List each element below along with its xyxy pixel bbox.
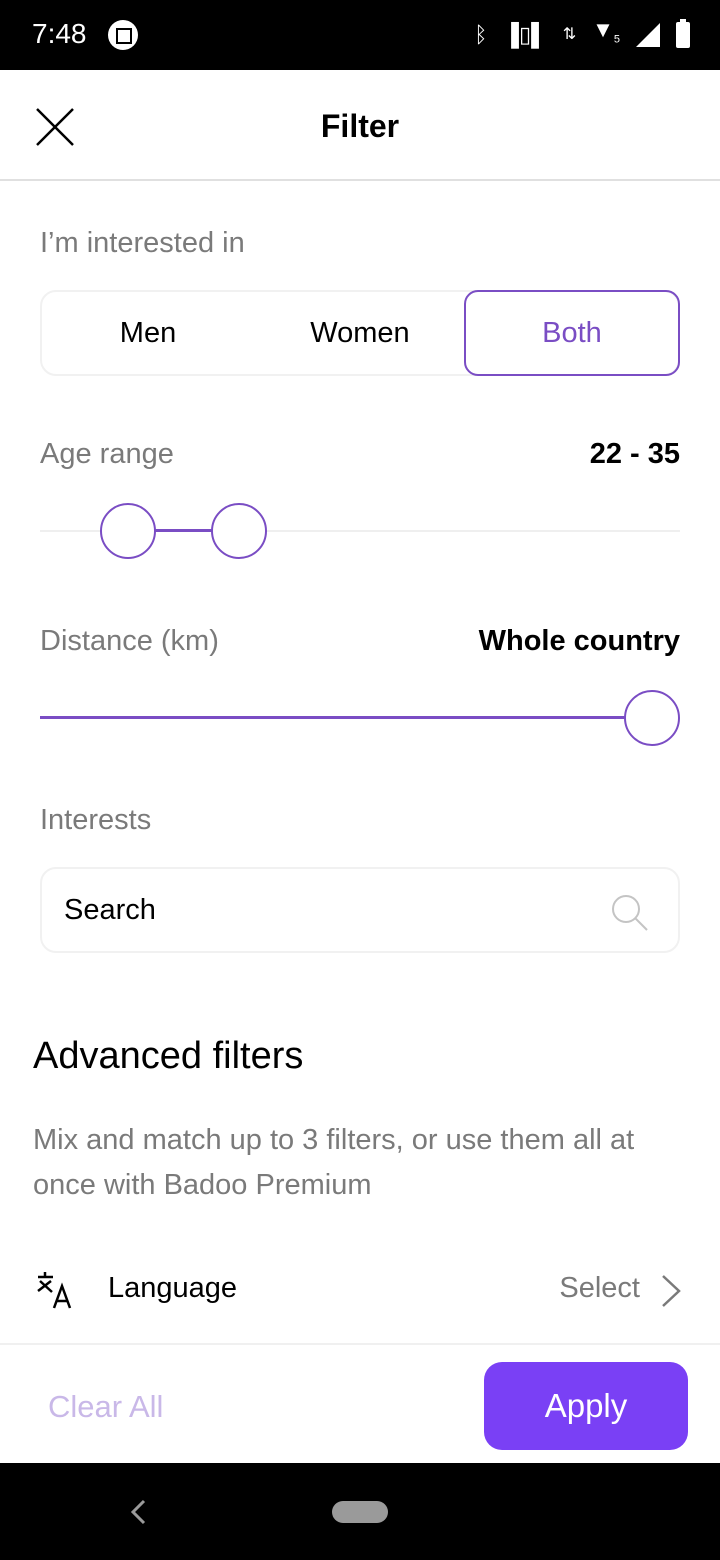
status-icons: ᛒ ▐▯▌ ⇅ ▼5 xyxy=(474,17,690,52)
interests-label: Interests xyxy=(40,804,152,836)
vibrate-icon: ▐▯▌ xyxy=(503,22,547,47)
distance-label: Distance (km) xyxy=(40,625,219,657)
data-arrows-icon: ⇅ xyxy=(562,26,577,43)
language-filter-row[interactable]: Language Select xyxy=(0,1256,720,1326)
gender-segmented-control: Men Women Both xyxy=(40,290,680,376)
status-bar: 7:48 ᛒ ▐▯▌ ⇅ ▼5 xyxy=(0,0,720,70)
age-range-value: 22 - 35 xyxy=(589,438,680,470)
language-value: Select xyxy=(559,1272,640,1304)
footer-actions: Clear All Apply xyxy=(0,1343,720,1463)
chevron-right-icon xyxy=(662,1275,681,1307)
nav-back-icon[interactable] xyxy=(128,1497,148,1527)
age-range-label: Age range xyxy=(40,438,174,470)
screenshot-icon xyxy=(108,20,138,50)
page-title: Filter xyxy=(320,108,400,144)
bluetooth-icon: ᛒ xyxy=(474,22,488,47)
distance-thumb[interactable] xyxy=(624,690,680,746)
system-nav-bar xyxy=(0,1463,720,1560)
wifi-badge: 5 xyxy=(613,33,620,46)
interests-search-input[interactable] xyxy=(64,869,604,951)
header: Filter xyxy=(0,70,720,181)
advanced-filters-title: Advanced filters xyxy=(33,1035,304,1077)
status-time: 7:48 xyxy=(32,18,87,49)
gender-option-women[interactable]: Women xyxy=(252,290,468,376)
interested-in-label: I’m interested in xyxy=(40,227,245,259)
distance-slider-fill xyxy=(40,716,652,719)
gender-option-men[interactable]: Men xyxy=(40,290,256,376)
interests-search-box xyxy=(40,867,680,953)
gender-option-both[interactable]: Both xyxy=(464,290,680,376)
wifi-icon: ▼5 xyxy=(592,17,620,46)
age-min-thumb[interactable] xyxy=(99,503,156,559)
cell-signal-icon xyxy=(636,23,660,47)
clear-all-button[interactable]: Clear All xyxy=(48,1389,163,1425)
apply-button[interactable]: Apply xyxy=(484,1362,688,1450)
distance-value: Whole country xyxy=(478,625,680,657)
age-range-slider[interactable] xyxy=(40,501,680,561)
advanced-filters-description: Mix and match up to 3 filters, or use th… xyxy=(33,1124,635,1201)
distance-slider[interactable] xyxy=(40,688,680,748)
age-max-thumb[interactable] xyxy=(210,503,267,559)
language-label: Language xyxy=(108,1272,238,1304)
battery-charging-icon xyxy=(676,19,690,48)
nav-home-pill[interactable] xyxy=(332,1501,388,1523)
search-icon[interactable] xyxy=(610,893,650,933)
translate-icon xyxy=(37,1272,72,1309)
